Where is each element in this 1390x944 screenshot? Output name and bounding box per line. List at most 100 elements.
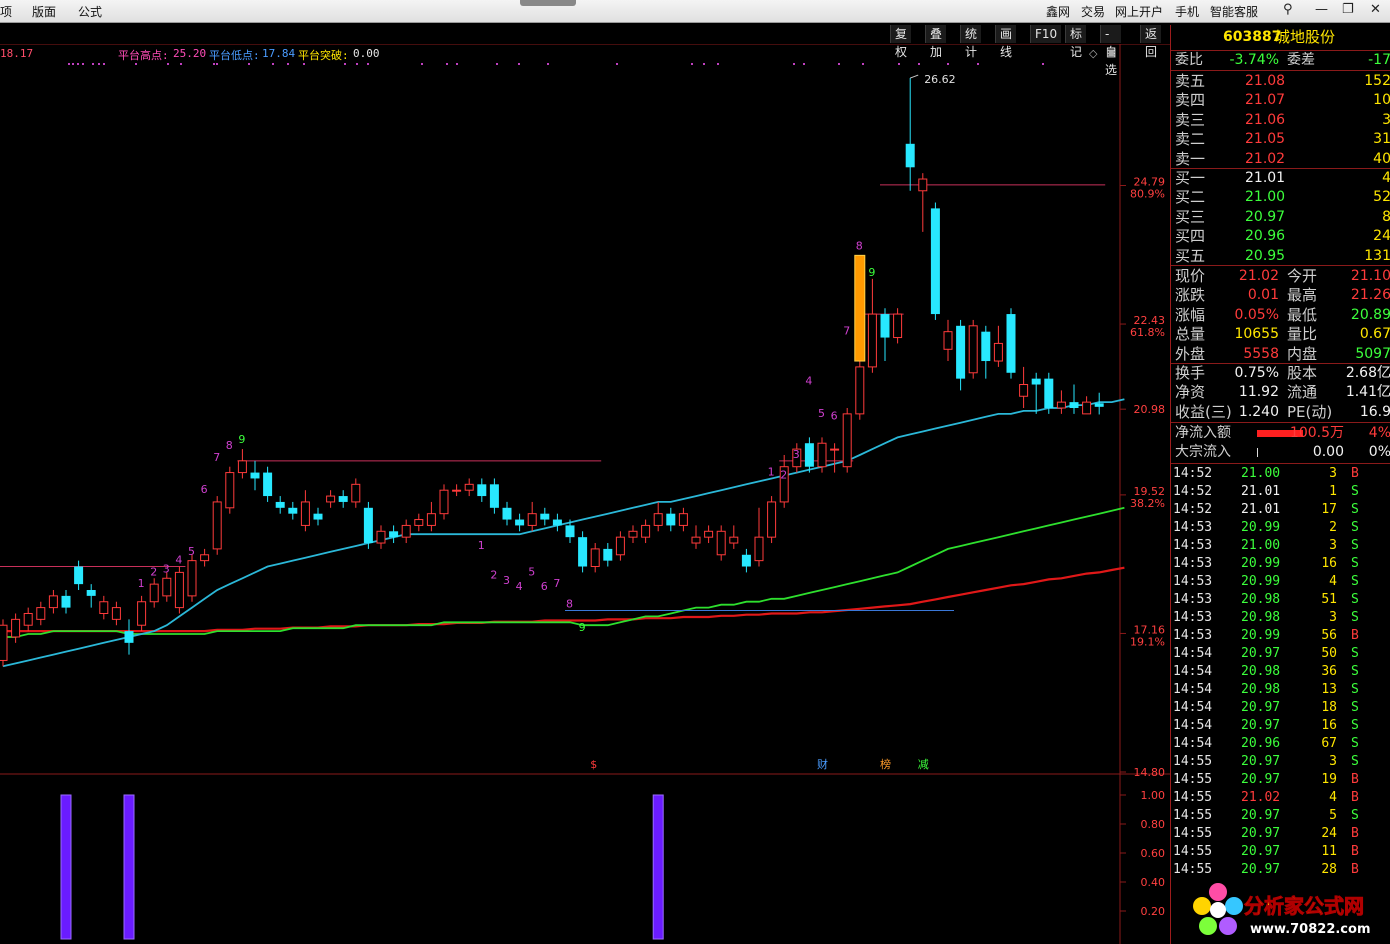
candle-body-up[interactable] (137, 601, 147, 626)
kline-chart[interactable]: 12 345678 912 3 456 7891 2345 6789$ 财榜减26.62 24.… (0, 44, 1170, 944)
candle-body-up[interactable] (149, 583, 159, 603)
candle-body-up[interactable] (237, 460, 247, 474)
candle-body-down[interactable] (489, 484, 499, 508)
candle-body-down[interactable] (86, 590, 96, 596)
menu-item-service[interactable]: 智能客服 (1210, 3, 1258, 20)
fuquan-button[interactable]: 复权 (890, 25, 912, 59)
candle-body-up[interactable] (855, 366, 865, 415)
candle-body-down[interactable] (1094, 403, 1104, 407)
candle-body-down[interactable] (477, 484, 487, 497)
event-marker[interactable]: 减 (918, 758, 929, 771)
menu-item-formula[interactable]: 公式 (78, 3, 102, 20)
candle-body-up[interactable] (893, 313, 903, 339)
candle-body-up[interactable] (1082, 401, 1092, 415)
candle-body-up[interactable] (830, 448, 840, 451)
event-marker[interactable]: 财 (817, 757, 828, 771)
close-icon[interactable]: ✕ (1370, 2, 1381, 17)
signal-bar[interactable] (60, 794, 72, 940)
draw-line-button[interactable]: 画线 (995, 25, 1017, 59)
candle-body-up[interactable] (691, 536, 701, 544)
candle-body-down[interactable] (124, 631, 134, 643)
candle-body-up[interactable] (187, 560, 197, 597)
candle-body-up[interactable] (943, 331, 953, 350)
menu-item-xiang[interactable]: 项 (0, 3, 12, 20)
candle-body-up[interactable] (401, 524, 411, 538)
candle-body-down[interactable] (666, 513, 676, 526)
candle-body-down[interactable] (1006, 314, 1016, 373)
candle-body-up[interactable] (615, 536, 625, 556)
candle-body-up[interactable] (439, 489, 449, 515)
candle-body-up[interactable] (23, 612, 33, 626)
candle-body-up[interactable] (867, 313, 877, 368)
candle-body-up[interactable] (729, 536, 739, 544)
candle-body-down[interactable] (552, 519, 562, 526)
highlight-bar[interactable] (854, 254, 866, 362)
candle-body-up[interactable] (628, 530, 638, 538)
candle-body-down[interactable] (515, 519, 525, 526)
candle-body-up[interactable] (48, 595, 58, 609)
candle-body-up[interactable] (162, 577, 172, 597)
candle-body-down[interactable] (288, 507, 298, 514)
candle-body-up[interactable] (174, 571, 184, 609)
candle-body-down[interactable] (363, 507, 373, 544)
candle-body-up[interactable] (704, 530, 714, 538)
overlay-button[interactable]: 叠加 (925, 25, 947, 59)
restore-icon[interactable]: ❐ (1342, 2, 1354, 17)
candle-body-down[interactable] (930, 208, 940, 315)
candle-body-up[interactable] (993, 342, 1003, 362)
f10-button[interactable]: F10 (1030, 25, 1062, 43)
candle-body-up[interactable] (653, 513, 663, 526)
candle-body-up[interactable] (426, 513, 436, 526)
event-marker[interactable]: 榜 (880, 757, 891, 771)
candle-body-down[interactable] (1069, 402, 1079, 408)
menu-item-xinwang[interactable]: 鑫网 (1046, 3, 1070, 20)
candle-body-up[interactable] (452, 489, 462, 492)
remove-watchlist-button[interactable]: -自选 (1100, 25, 1121, 77)
candle-body-down[interactable] (981, 331, 991, 362)
menu-item-mobile[interactable]: 手机 (1175, 3, 1199, 20)
candle-body-down[interactable] (1044, 378, 1054, 408)
candle-body-up[interactable] (754, 536, 764, 562)
candle-body-up[interactable] (678, 513, 688, 526)
candle-body-up[interactable] (11, 618, 21, 638)
candle-body-up[interactable] (0, 624, 8, 661)
candle-body-up[interactable] (817, 442, 827, 468)
candle-body-down[interactable] (338, 496, 348, 502)
candle-body-up[interactable] (842, 413, 852, 468)
candle-body-up[interactable] (111, 607, 121, 620)
event-marker[interactable]: $ (590, 758, 597, 771)
candle-body-down[interactable] (956, 325, 966, 379)
candle-body-down[interactable] (565, 525, 575, 538)
candle-body-up[interactable] (918, 178, 928, 192)
candle-body-up[interactable] (414, 519, 424, 526)
candle-body-down[interactable] (578, 537, 588, 567)
candle-body-down[interactable] (905, 143, 915, 168)
candle-body-down[interactable] (61, 595, 71, 608)
mark-button[interactable]: 标记 (1065, 25, 1087, 59)
menu-item-layout[interactable]: 版面 (32, 3, 56, 20)
candle-body-down[interactable] (540, 513, 550, 520)
candle-body-up[interactable] (351, 483, 361, 503)
title-drag-handle[interactable] (520, 0, 576, 6)
candle-body-up[interactable] (225, 472, 235, 509)
candle-body-down[interactable] (804, 443, 814, 467)
candle-body-down[interactable] (263, 472, 273, 497)
menu-item-open-account[interactable]: 网上开户 (1115, 3, 1163, 20)
candle-body-up[interactable] (326, 495, 336, 503)
candle-body-down[interactable] (502, 507, 512, 520)
signal-bar[interactable] (123, 794, 135, 940)
candle-body-down[interactable] (1031, 378, 1041, 385)
candle-body-down[interactable] (389, 531, 399, 538)
stats-button[interactable]: 统计 (960, 25, 982, 59)
candle-body-up[interactable] (767, 501, 777, 538)
candle-body-down[interactable] (741, 554, 751, 567)
candle-body-down[interactable] (313, 513, 323, 520)
candle-body-up[interactable] (36, 607, 46, 620)
menu-item-trade[interactable]: 交易 (1081, 3, 1105, 20)
candle-body-up[interactable] (212, 501, 222, 550)
candle-body-down[interactable] (250, 472, 260, 479)
minimize-icon[interactable]: — (1315, 2, 1328, 17)
pin-icon[interactable]: ⚲ (1283, 2, 1293, 17)
candle-body-up[interactable] (1019, 384, 1029, 397)
candle-body-up[interactable] (716, 530, 726, 556)
